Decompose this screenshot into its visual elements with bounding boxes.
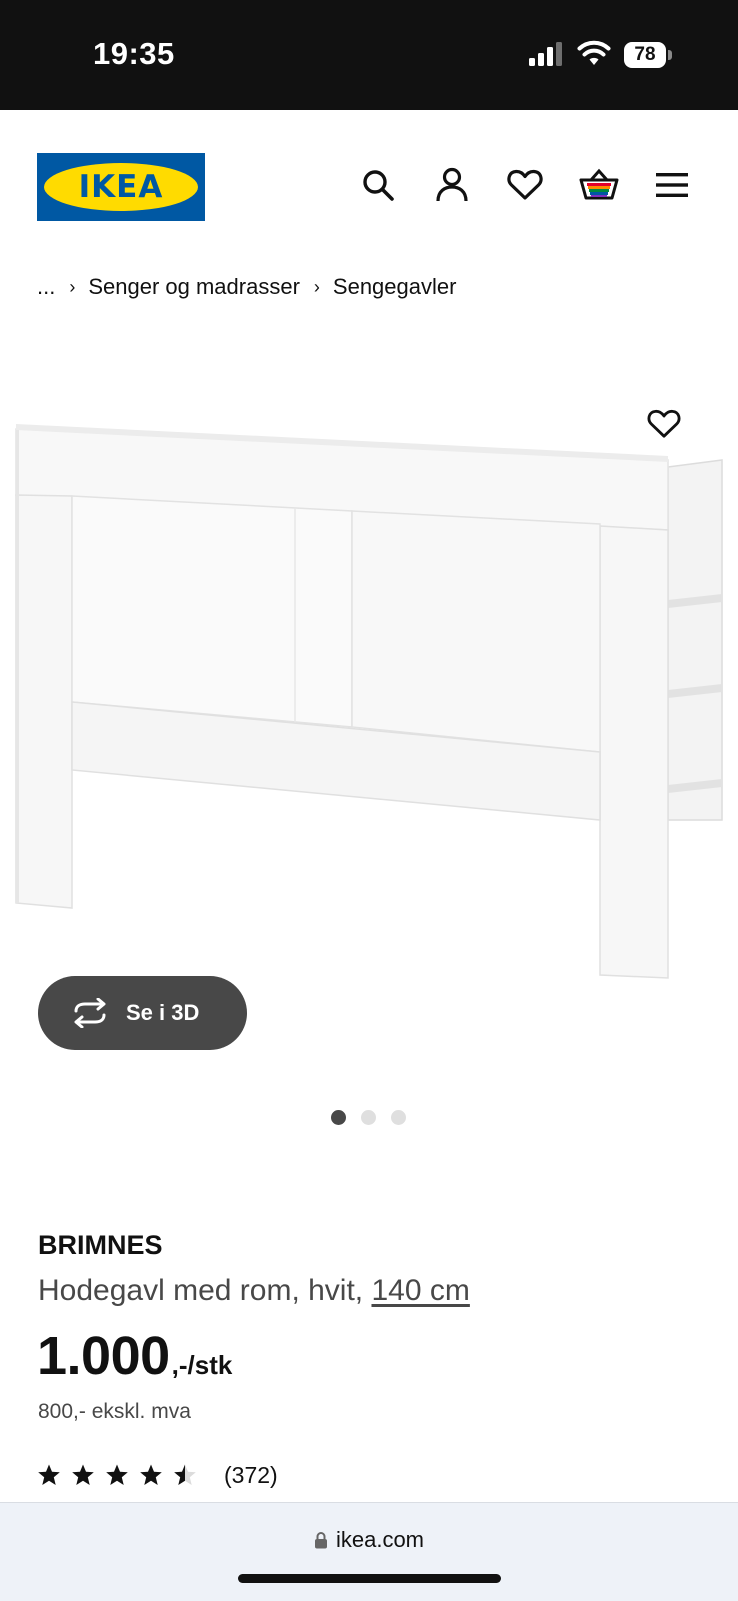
breadcrumb-item-beds[interactable]: Senger og madrasser <box>88 274 300 300</box>
price-unit: ,-/stk <box>171 1350 233 1380</box>
url-text: ikea.com <box>335 1527 425 1552</box>
breadcrumb: ... › Senger og madrasser › Sengegavler <box>37 270 456 304</box>
logo-text: IKEA <box>78 169 164 205</box>
chevron-right-icon: › <box>69 276 76 297</box>
product-description: Hodegavl med rom, hvit, 140 cm <box>38 1274 470 1308</box>
product-rating[interactable]: (372) <box>37 1460 278 1490</box>
home-indicator[interactable] <box>238 1574 501 1583</box>
product-name: BRIMNES <box>38 1230 163 1260</box>
breadcrumb-item-headboards[interactable]: Sengegavler <box>333 274 457 300</box>
price-value: 1.000 <box>37 1326 170 1386</box>
breadcrumb-ellipsis[interactable]: ... <box>37 274 55 300</box>
cellular-signal-icon <box>529 42 562 66</box>
price-excl-vat: 800,- ekskl. mva <box>38 1400 191 1423</box>
rating-count: (372) <box>224 1461 278 1488</box>
carousel-dot[interactable] <box>331 1110 346 1125</box>
battery-level: 78 <box>624 42 666 68</box>
star-icon <box>72 1464 94 1485</box>
basket-icon[interactable] <box>579 165 619 205</box>
view-3d-label: Se i 3D <box>126 1000 200 1025</box>
carousel-dot[interactable] <box>361 1110 376 1125</box>
ikea-logo[interactable]: IKEA <box>37 153 205 221</box>
url-display: ikea.com <box>0 1527 738 1553</box>
browser-address-bar[interactable]: ikea.com <box>0 1502 738 1601</box>
rotate-3d-icon <box>74 998 106 1028</box>
status-time: 19:35 <box>93 36 175 71</box>
search-icon[interactable] <box>358 165 398 205</box>
product-description-text: Hodegavl med rom, hvit, <box>38 1274 364 1307</box>
menu-icon[interactable] <box>652 165 692 205</box>
add-to-wishlist-button[interactable] <box>644 404 684 444</box>
heart-icon <box>647 409 681 438</box>
lock-icon <box>314 1532 327 1549</box>
half-star-icon <box>174 1464 196 1485</box>
rating-stars <box>37 1463 207 1487</box>
product-image[interactable] <box>0 380 738 1020</box>
view-3d-button[interactable]: Se i 3D <box>38 976 247 1050</box>
carousel-indicator <box>331 1110 421 1125</box>
account-icon[interactable] <box>432 165 472 205</box>
carousel-dot[interactable] <box>391 1110 406 1125</box>
site-header: IKEA <box>0 110 738 250</box>
product-size-link[interactable]: 140 cm <box>371 1274 469 1307</box>
battery-indicator: 78 <box>624 42 672 68</box>
star-icon <box>106 1464 128 1485</box>
status-bar: 19:35 78 <box>0 0 738 110</box>
chevron-right-icon: › <box>313 276 320 297</box>
heart-icon[interactable] <box>505 165 545 205</box>
star-icon <box>140 1464 162 1485</box>
battery-tip <box>668 50 672 60</box>
product-price: 1.000 ,-/stk <box>37 1325 232 1387</box>
wifi-icon <box>577 40 611 65</box>
star-icon <box>38 1464 60 1485</box>
